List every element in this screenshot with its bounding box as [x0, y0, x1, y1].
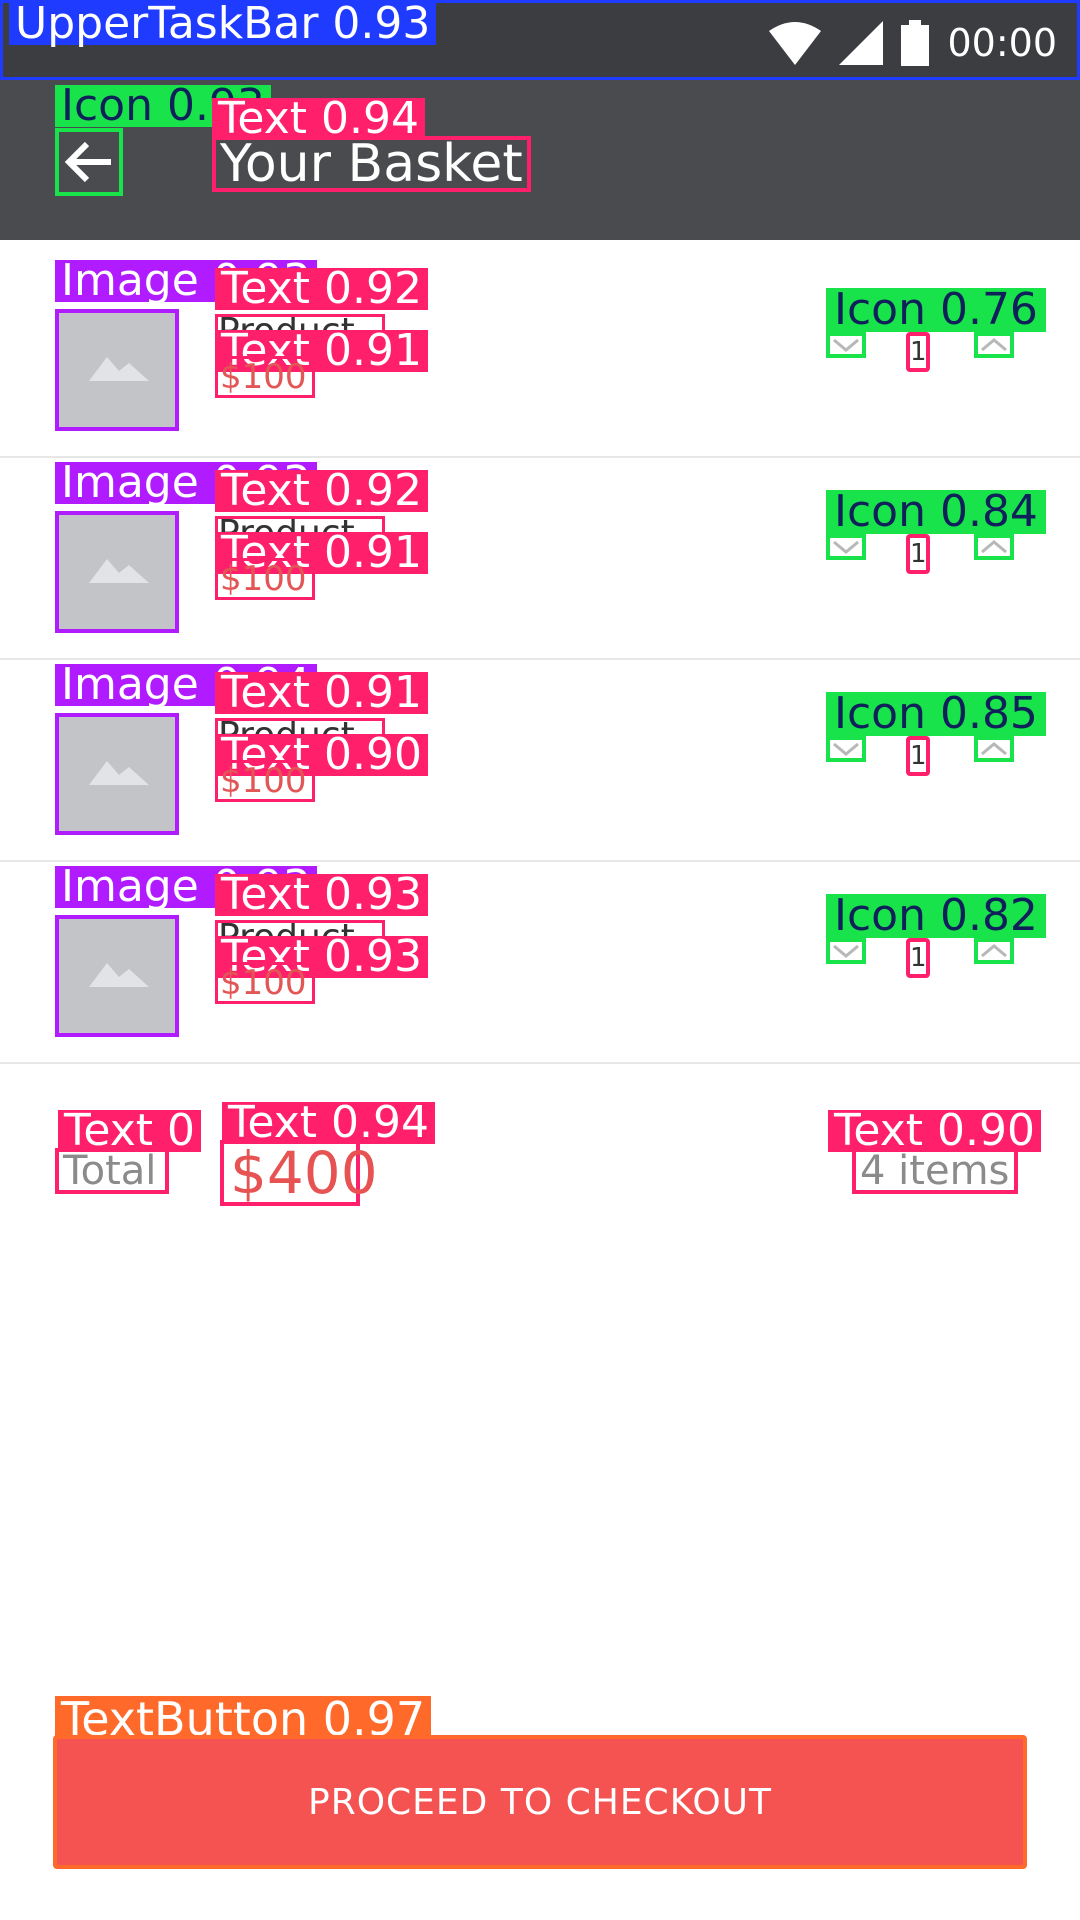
name-detection-label: Text 0.92: [215, 469, 428, 513]
checkout-button[interactable]: PROCEED TO CHECKOUT: [53, 1735, 1027, 1869]
stepper-detection-label: Icon 0.84: [826, 490, 1046, 534]
total-label-detection: Text 0: [58, 1109, 201, 1153]
arrow-back-icon: [64, 141, 111, 183]
chevron-up-icon: [981, 742, 1007, 756]
product-image: [55, 511, 179, 633]
page-title: Your Basket: [212, 136, 531, 192]
increase-button[interactable]: [974, 534, 1014, 560]
total-value-detection: Text 0.94: [222, 1101, 435, 1145]
total-value: $400: [220, 1140, 378, 1206]
stepper-detection-label: Icon 0.85: [826, 692, 1046, 736]
image-placeholder-icon: [89, 559, 149, 583]
chevron-up-icon: [981, 944, 1007, 958]
image-placeholder-icon: [89, 357, 149, 381]
product-image: [55, 915, 179, 1037]
quantity-value: 1: [906, 534, 930, 574]
battery-icon: [901, 20, 930, 66]
product-price: $100: [215, 760, 315, 802]
chevron-down-icon: [833, 944, 859, 958]
total-label: Total: [55, 1148, 169, 1194]
status-icons: 00:00: [769, 13, 1057, 73]
image-placeholder-icon: [89, 963, 149, 987]
basket-item: Image 0.93 Text 0.93 Product Text 0.93 $…: [0, 860, 1080, 1064]
decrease-button[interactable]: [826, 534, 866, 560]
increase-button[interactable]: [974, 736, 1014, 762]
chevron-down-icon: [833, 338, 859, 352]
status-clock: 00:00: [947, 21, 1057, 65]
back-button[interactable]: [55, 128, 123, 196]
quantity-value: 1: [906, 332, 930, 372]
product-price: $100: [215, 962, 315, 1004]
name-detection-label: Text 0.91: [215, 671, 428, 715]
signal-icon: [839, 21, 884, 65]
name-detection-label: Text 0.93: [215, 873, 428, 917]
wifi-icon: [769, 22, 822, 65]
basket-item: Image 0.94 Text 0.91 Product Text 0.90 $…: [0, 658, 1080, 862]
decrease-button[interactable]: [826, 332, 866, 358]
chevron-up-icon: [981, 540, 1007, 554]
decrease-button[interactable]: [826, 736, 866, 762]
chevron-down-icon: [833, 540, 859, 554]
basket-item: Image 0.93 Text 0.92 Product Text 0.91 $…: [0, 456, 1080, 660]
stepper-detection-label: Icon 0.82: [826, 894, 1046, 938]
quantity-value: 1: [906, 736, 930, 776]
basket-item: Image 0.93 Text 0.92 Product Text 0.91 $…: [0, 254, 1080, 458]
name-detection-label: Text 0.92: [215, 267, 428, 311]
items-count: 4 items: [852, 1148, 1018, 1194]
increase-button[interactable]: [974, 332, 1014, 358]
product-image: [55, 309, 179, 431]
increase-button[interactable]: [974, 938, 1014, 964]
app-bar: Icon 0.93 Text 0.94 Your Basket: [0, 80, 1080, 240]
statusbar-detection-label: UpperTaskBar 0.93: [9, 2, 437, 46]
chevron-up-icon: [981, 338, 1007, 352]
product-image: [55, 713, 179, 835]
status-bar: UpperTaskBar 0.93 00:00: [0, 0, 1080, 80]
chevron-down-icon: [833, 742, 859, 756]
decrease-button[interactable]: [826, 938, 866, 964]
quantity-value: 1: [906, 938, 930, 978]
items-count-detection: Text 0.90: [828, 1109, 1041, 1153]
image-placeholder-icon: [89, 761, 149, 785]
product-price: $100: [215, 558, 315, 600]
product-price: $100: [215, 356, 315, 398]
stepper-detection-label: Icon 0.76: [826, 288, 1046, 332]
